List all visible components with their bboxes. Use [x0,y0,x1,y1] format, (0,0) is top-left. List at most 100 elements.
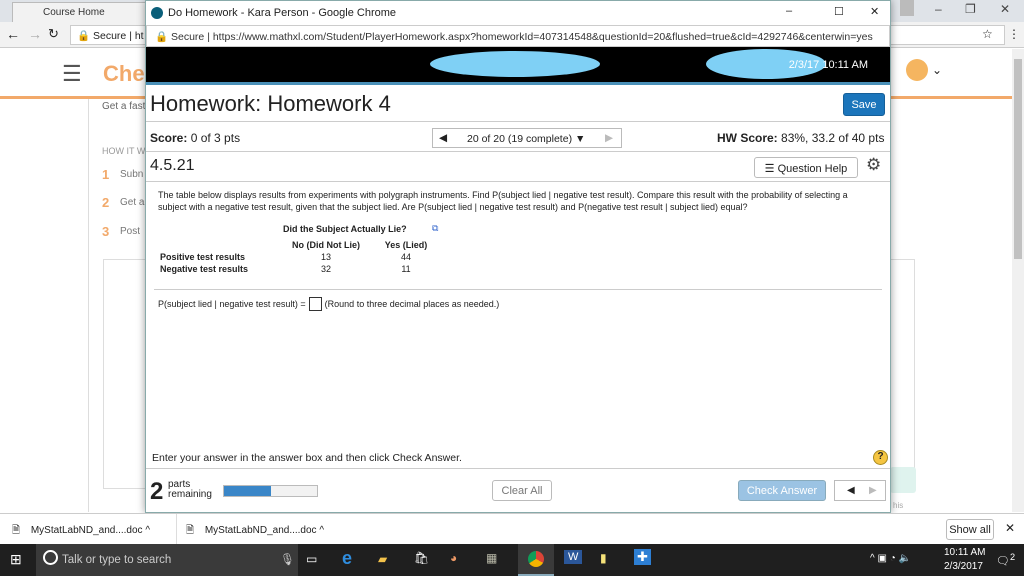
star-icon[interactable]: ☆ [982,27,993,41]
menu-icon[interactable]: ⋮ [1008,27,1020,41]
clock-date[interactable]: 2/3/2017 [944,561,983,572]
pearson-icon [151,7,163,19]
column-header: Yes (Lied) [384,240,428,250]
page-text: HOW IT W [102,146,146,156]
url-fragment: ht [134,30,144,42]
question-help-button[interactable]: ☰ Question Help [754,157,858,178]
chrome-icon [528,551,544,567]
chevron-up-icon[interactable]: ^ [145,525,150,536]
word-icon[interactable]: W [564,550,583,564]
url-text: https://www.mathxl.com/Student/PlayerHom… [212,31,873,43]
hw-score: HW Score: 83%, 33.2 of 40 pts [717,131,884,145]
show-all-button[interactable]: Show all [946,519,994,540]
question-nav[interactable]: ◀ 20 of 20 (19 complete) ▼ ▶ [432,128,622,148]
next-part-icon[interactable]: ▶ [869,485,877,496]
app-icon[interactable]: ✚ [634,549,651,565]
parts-progress-bar [223,485,318,497]
parts-label: parts remaining [168,480,212,500]
minimize-icon[interactable]: – [935,2,942,16]
answer-row: P(subject lied | negative test result) =… [158,297,499,311]
hw-score-value: 83%, 33.2 of 40 pts [781,131,885,145]
downloads-bar: 🗎 MyStatLabND_and....doc ^ 🗎 MyStatLabND… [0,513,1024,545]
prev-question-icon[interactable]: ◀ [439,132,447,144]
table-cell: 44 [400,252,411,262]
store-icon[interactable]: 🛍 [414,551,429,565]
close-icon[interactable]: ✕ [1005,521,1015,535]
parts-label-2: remaining [168,489,212,500]
page-text: Post [120,226,141,237]
answer-prompt: P(subject lied | negative test result) = [158,299,306,309]
download-item[interactable]: 🗎 MyStatLabND_and....doc ^ [12,523,150,540]
close-icon[interactable]: ✕ [1000,2,1010,16]
check-answer-button[interactable]: Check Answer [738,480,826,501]
back-icon[interactable]: ← [6,26,20,42]
table-cell: 11 [401,264,411,274]
app-icon[interactable]: ◕ [450,551,457,565]
clear-all-button[interactable]: Clear All [492,480,552,501]
column-header: No (Did Not Lie) [292,240,360,250]
app-icon[interactable]: ▦ [486,551,497,565]
check-answer-label: Check Answer [746,485,818,497]
question-help-label: Question Help [777,163,848,175]
forward-icon[interactable]: → [28,26,42,42]
clock-time[interactable]: 10:11 AM [944,547,986,558]
score: Score: 0 of 3 pts [150,131,240,145]
notifications-icon[interactable]: 🗨2 [996,552,1015,568]
download-label: MyStatLabND_and....doc [204,525,317,536]
avatar[interactable] [906,59,928,81]
tab-course-home[interactable]: Course Home [12,2,152,22]
popup-url-bar[interactable]: 🔒 Secure | https://www.mathxl.com/Studen… [146,25,890,47]
question-number: 4.5.21 [150,157,195,174]
table-cell: 13 [320,252,331,262]
taskbar: ⊞ Talk or type to search 🎙 ▭ e ▰ 🛍 ◕ ▦ W… [0,544,1024,576]
page-text: Get a [120,197,145,208]
search-box[interactable]: Talk or type to search 🎙 [36,544,298,576]
minimize-icon[interactable]: – [786,5,792,17]
word-doc-icon: 🗎 [12,525,23,536]
chevron-up-icon[interactable]: ^ [319,525,324,536]
edge-icon[interactable]: e [342,548,352,569]
next-question-icon[interactable]: ▶ [605,132,613,144]
row-label: Positive test results [160,252,246,262]
chevron-down-icon[interactable]: ⌄ [932,63,942,77]
word-doc-icon: 🗎 [186,525,197,536]
show-all-label: Show all [949,524,991,536]
microphone-icon[interactable]: 🎙 [280,552,295,566]
answer-nav: ◀ ▶ [834,480,886,501]
row-label: Negative test results [160,264,249,274]
parts-count: 2 [150,478,164,505]
popout-icon[interactable]: ⧉ [432,223,438,234]
restore-icon[interactable]: ❐ [965,2,976,16]
maximize-icon[interactable]: ☐ [834,5,844,18]
sticky-notes-icon[interactable]: ▮ [600,551,607,565]
windows-start-icon[interactable]: ⊞ [10,551,22,568]
homework-popup-window: Do Homework - Kara Person - Google Chrom… [145,0,891,513]
save-button[interactable]: Save [843,93,885,116]
task-view-icon[interactable]: ▭ [306,552,317,566]
gear-icon[interactable]: ⚙ [866,155,881,175]
reload-icon[interactable]: ↻ [48,26,59,42]
download-label: MyStatLabND_and....doc [30,525,143,536]
chrome-taskbar-button[interactable] [518,544,554,576]
score-label: Score: [150,131,188,145]
save-label: Save [851,99,877,111]
tab-label: Course Home [43,7,105,18]
answer-input[interactable] [308,297,322,311]
question-nav-label: 20 of 20 (19 complete) [467,133,573,145]
step-number: 3 [102,224,110,239]
datetime: 2/3/17 10:11 AM [788,59,868,71]
scrollbar[interactable] [1012,49,1024,512]
system-tray-icons[interactable]: ^ ▣ ◔ 🔈 [870,553,911,564]
step-number: 1 [102,167,110,182]
help-icon[interactable]: ? [873,450,888,465]
table-row: Negative test results 32 11 [160,263,442,275]
logo: Che [103,61,145,86]
hamburger-icon[interactable]: ☰ [62,61,82,87]
prev-part-icon[interactable]: ◀ [847,485,855,496]
question-selector[interactable]: 20 of 20 (19 complete) ▼ [467,133,585,145]
file-explorer-icon[interactable]: ▰ [378,552,387,566]
window-title: Do Homework - Kara Person - Google Chrom… [168,7,397,19]
close-icon[interactable]: ✕ [870,5,879,18]
download-item[interactable]: 🗎 MyStatLabND_and....doc ^ [186,523,324,540]
hw-score-label: HW Score: [717,131,778,145]
